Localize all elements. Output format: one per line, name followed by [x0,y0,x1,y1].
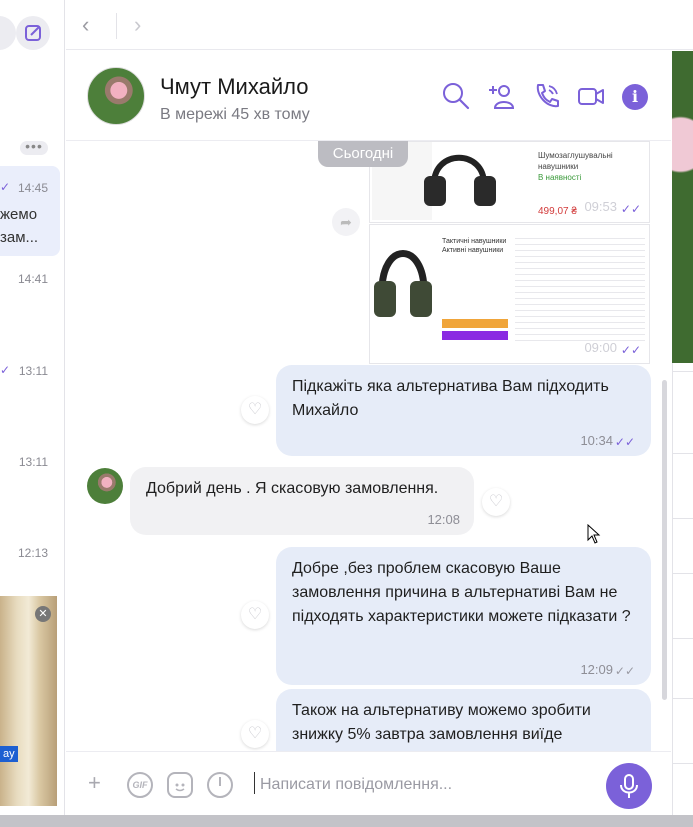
avatar[interactable] [87,468,123,504]
read-tick-icon: ✓ [0,363,11,377]
read-tick-icon: ✓ [0,180,11,194]
chat-time: 14:41 [17,272,48,286]
message-time: 10:34 [580,433,613,448]
chat-snippet: зам... [0,229,39,246]
text-caret [254,772,255,794]
read-tick-icon: ✓✓ [614,435,635,449]
date-divider: Сьогодні [318,141,408,167]
message-bubble-outgoing[interactable]: Добре ,без проблем скасовую Ваше замовле… [276,547,651,685]
side-panel [672,363,693,815]
scrollbar[interactable] [662,380,667,700]
sticker-icon[interactable] [167,772,193,798]
image-message[interactable]: Тактичні навушники Активні навушники 09:… [369,224,650,364]
chat-time: 13:11 [18,455,48,469]
mouse-cursor-icon [587,524,601,544]
message-bubble-outgoing[interactable]: Також на альтернативу можемо зробити зни… [276,689,651,751]
microphone-button[interactable] [606,763,652,809]
forward-icon[interactable]: ➦ [332,208,360,236]
message-bubble-outgoing[interactable]: Підкажіть яка альтернатива Вам підходить… [276,365,651,456]
compose-icon [25,25,41,41]
sidebar-button[interactable] [0,16,16,50]
top-nav: ‹ › [66,0,693,50]
chat-snippet: жемо [0,206,38,223]
message-time: 12:09 [580,662,613,677]
headphones-image [374,250,432,317]
read-tick-icon: ✓✓ [620,202,641,216]
message-text: Підкажіть яка альтернатива Вам підходить… [292,378,609,419]
headphones-image [424,154,496,206]
nav-divider [116,13,117,39]
search-icon[interactable] [441,81,471,111]
forward-arrow-icon[interactable]: › [134,12,141,38]
chat-header: Чмут Михайло В мережі 45 хв тому i [66,51,671,141]
chat-time: 13:11 [18,364,48,378]
side-photo [672,51,693,363]
chat-time: 12:13 [17,546,48,560]
like-heart-icon[interactable]: ♡ [241,396,269,424]
timer-icon[interactable] [207,772,233,798]
message-text: Добре ,без проблем скасовую Ваше замовле… [292,560,631,625]
contact-name[interactable]: Чмут Михайло [160,74,308,100]
message-time: 09:53 [584,199,617,214]
close-icon[interactable]: ✕ [35,606,51,622]
message-text: Також на альтернативу можемо зробити зни… [292,702,591,743]
contact-status: В мережі 45 хв тому [160,106,310,123]
back-arrow-icon[interactable]: ‹ [82,12,89,38]
info-icon[interactable]: i [622,84,648,110]
message-time: 12:08 [427,512,460,527]
like-heart-icon[interactable]: ♡ [241,720,269,748]
microphone-icon [620,774,638,798]
video-call-icon[interactable] [576,81,606,111]
sent-tick-icon: ✓✓ [614,664,635,678]
message-composer: + GIF [66,751,671,815]
message-text: Добрий день . Я скасовую замовлення. [146,480,439,497]
like-heart-icon[interactable]: ♡ [241,601,269,629]
message-input[interactable] [260,774,590,796]
plus-icon[interactable]: + [88,770,101,796]
call-icon[interactable] [532,81,562,111]
read-tick-icon: ✓✓ [620,343,641,357]
message-time: 09:00 [584,340,617,355]
video-badge: ay [0,746,18,762]
chat-time: 14:45 [17,181,48,195]
avatar[interactable] [87,67,145,125]
message-bubble-incoming[interactable]: Добрий день . Я скасовую замовлення. 12:… [130,467,474,535]
window-bottom-bar [0,815,693,827]
image-message[interactable]: Шумозаглушувальні навушники В наявності 4… [369,141,650,223]
add-contact-icon[interactable] [487,81,517,111]
compose-button[interactable] [16,16,50,50]
gif-icon[interactable]: GIF [127,772,153,798]
chat-list-sidebar: ••• ✓ 14:45 жемо зам... 14:41 ✓ 13:11 13… [0,0,65,815]
more-dots[interactable]: ••• [20,139,48,155]
video-preview[interactable]: ✕ ay [0,596,57,806]
like-heart-icon[interactable]: ♡ [482,488,510,516]
